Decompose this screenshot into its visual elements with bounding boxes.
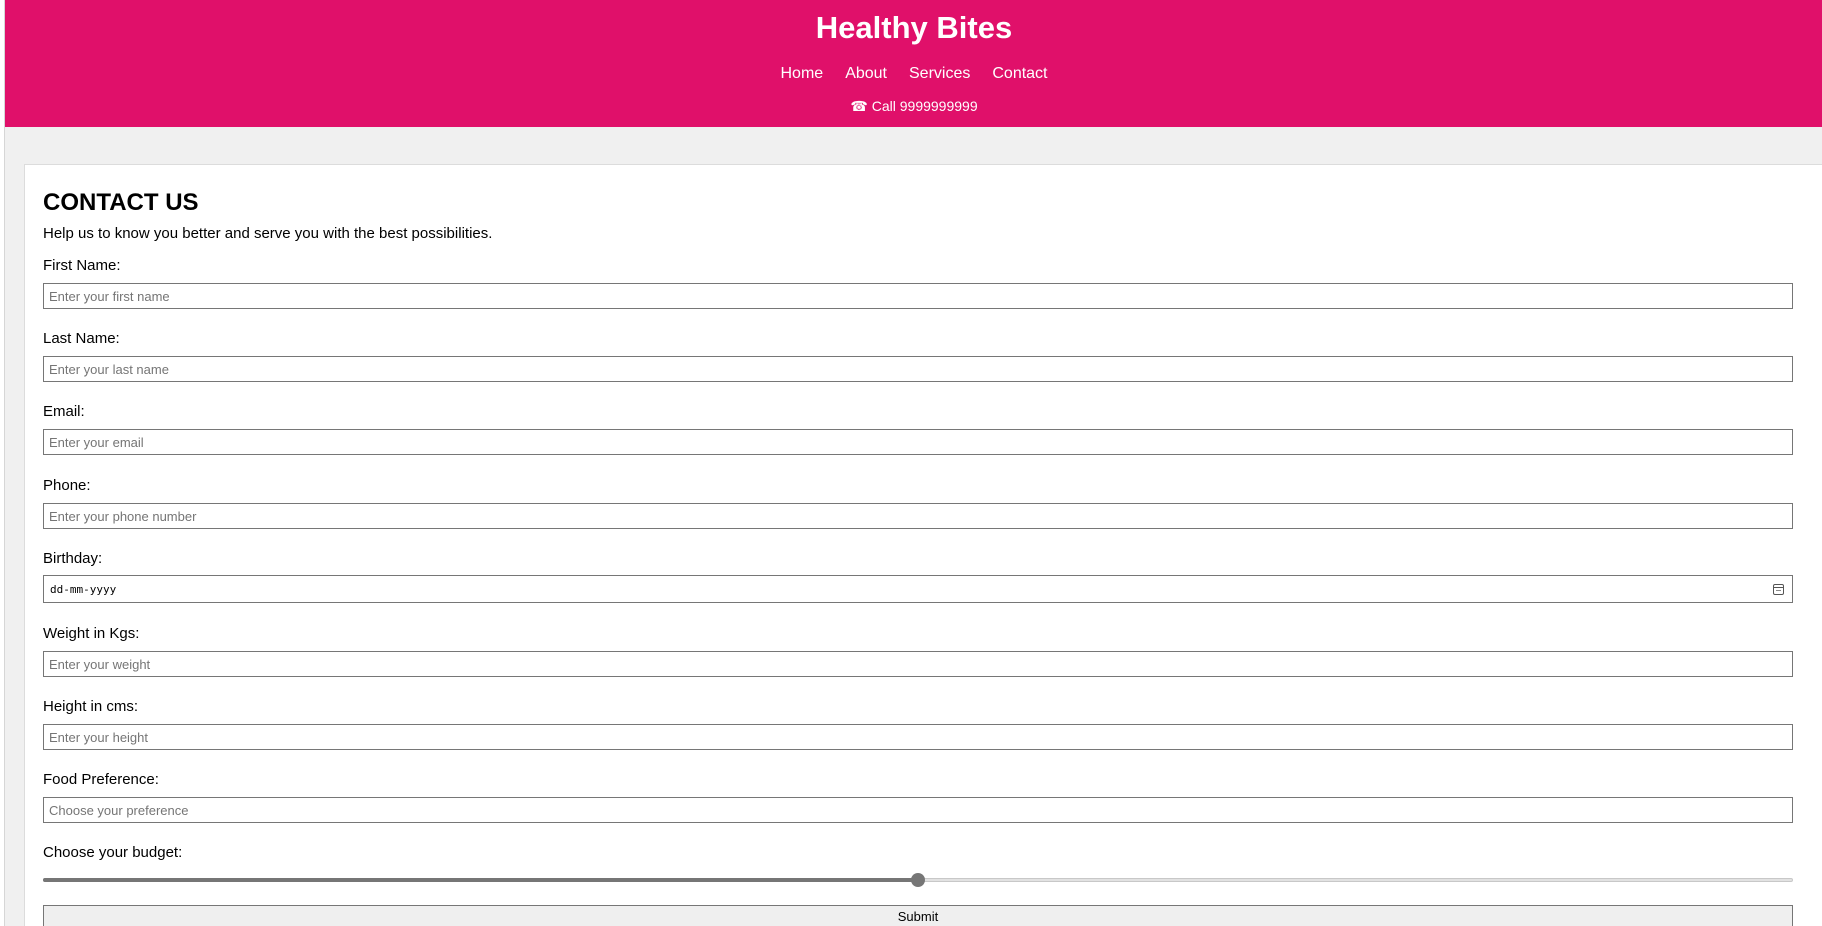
nav-home-link[interactable]: Home: [770, 63, 835, 85]
first-name-label: First Name:: [43, 257, 121, 274]
call-info: ☎ Call 9999999999: [5, 96, 1822, 116]
last-name-label: Last Name:: [43, 330, 120, 347]
email-input[interactable]: [43, 429, 1793, 455]
contact-card: CONTACT US Help us to know you better an…: [24, 164, 1822, 926]
call-text: Call 9999999999: [871, 98, 978, 114]
email-label: Email:: [43, 403, 85, 420]
submit-button[interactable]: Submit: [43, 905, 1793, 926]
weight-label: Weight in Kgs:: [43, 625, 140, 642]
budget-slider-thumb[interactable]: [911, 873, 925, 887]
birthday-value: dd-mm-yyyy: [50, 582, 117, 596]
calendar-icon[interactable]: [1773, 583, 1784, 595]
birthday-label: Birthday:: [43, 550, 103, 567]
budget-slider-fill: [43, 878, 918, 882]
budget-label: Choose your budget:: [43, 844, 183, 861]
last-name-input[interactable]: [43, 356, 1793, 382]
food-preference-input[interactable]: [43, 797, 1793, 823]
phone-label: Phone:: [43, 477, 91, 494]
contact-heading: CONTACT US: [43, 189, 199, 216]
contact-intro: Help us to know you better and serve you…: [43, 225, 493, 242]
first-name-input[interactable]: [43, 283, 1793, 309]
weight-input[interactable]: [43, 651, 1793, 677]
site-title: Healthy Bites: [815, 10, 1013, 45]
nav-contact-link[interactable]: Contact: [981, 63, 1058, 85]
nav-services-link[interactable]: Services: [898, 63, 981, 85]
phone-icon: ☎: [850, 98, 868, 114]
site-header: Healthy Bites Home About Services Contac…: [5, 0, 1822, 127]
height-input[interactable]: [43, 724, 1793, 750]
nav-about-link[interactable]: About: [834, 63, 898, 85]
page-frame: Healthy Bites Home About Services Contac…: [4, 0, 1822, 926]
main-nav: Home About Services Contact: [5, 63, 1822, 85]
phone-input[interactable]: [43, 503, 1793, 529]
food-preference-label: Food Preference:: [43, 771, 159, 788]
height-label: Height in cms:: [43, 698, 139, 715]
budget-slider[interactable]: [43, 872, 1793, 888]
birthday-input[interactable]: dd-mm-yyyy: [43, 575, 1793, 603]
